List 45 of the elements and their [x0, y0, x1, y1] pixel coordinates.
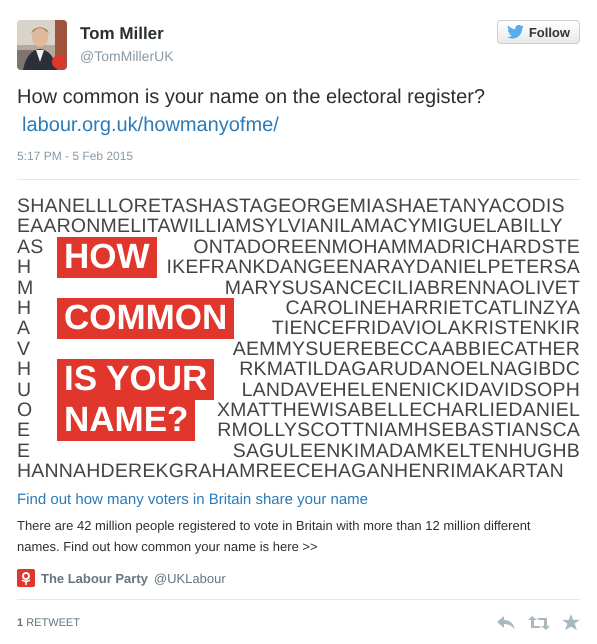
name-text: IKEFRANKDANGEENARAYDANIELPETERSA [166, 257, 580, 278]
rose-icon [17, 569, 35, 587]
source-name[interactable]: The Labour Party [41, 570, 148, 586]
name-text: O [17, 400, 32, 420]
name-text: LANDAVEHELENENICKIDAVIDSOPH [242, 380, 580, 400]
headline-text: IS YOUR [57, 359, 214, 400]
name-text: H [17, 359, 32, 380]
author-handle[interactable]: @TomMillerUK [80, 48, 484, 64]
name-text: HANNAHDEREKGRAHAMREECEHAGANHENRIMAKARTAN [17, 461, 564, 482]
star-icon[interactable] [562, 614, 580, 631]
reply-icon[interactable] [496, 614, 516, 630]
bird-icon [506, 25, 524, 39]
tweet-text: How common is your name on the electoral register? labour.org.uk/howmanyofme/ [17, 85, 486, 138]
name-text: TIENCEFRIDAVIOLAKRISTENKIR [272, 318, 580, 339]
name-text: AEMMYSUEREBECCAABBIECATHER [232, 338, 580, 360]
headline-text: NAME? [57, 400, 196, 441]
name-text: E [17, 420, 30, 441]
headline-text: HOW [57, 236, 157, 278]
name-text: H [17, 298, 32, 318]
author-name[interactable]: Tom Miller [80, 24, 484, 44]
retweet-count[interactable]: 1 RETWEET [17, 616, 80, 628]
name-text: A [17, 318, 30, 339]
name-text: SHANELLLORETASHASTAGEORGEMIASHAETANYACODIS [17, 196, 565, 216]
name-text: XMATTHEWISABELLECHARLIEDANIEL [216, 400, 580, 420]
name-text: MARYSUSANCECILIABRENNAOLIVET [224, 278, 580, 298]
name-text: ONTADOREENMOHAMMADRICHARDSTE [193, 236, 580, 258]
name-text: H [17, 257, 32, 278]
name-text: RKMATILDAGARUDANOELNAGIBDC [239, 359, 580, 380]
name-text: EAARONMELITAWILLIAMSYLVIANILAMACYMIGUELABILLY [17, 216, 563, 237]
name-text: SAGULEENKIMADAMKELTENHUGHB [232, 440, 580, 462]
card-title[interactable]: Find out how many voters in Britain share your name [17, 491, 580, 508]
follow-button[interactable]: Follow [496, 20, 580, 44]
name-text: E [17, 440, 30, 462]
name-text: V [17, 338, 30, 360]
tweet-link[interactable]: labour.org.uk/howmanyofme/ [22, 114, 279, 136]
timestamp[interactable]: 5:17 PM - 5 Feb 2015 [17, 149, 580, 163]
name-text: M [17, 278, 34, 298]
retweet-icon[interactable] [528, 614, 550, 630]
name-text: U [17, 380, 32, 400]
card-description: There are 42 million people registered to vote in Britain with more than 12 million different names. Find out how common your name is here >> [17, 517, 532, 556]
source-handle[interactable]: @UKLabour [154, 570, 226, 586]
name-text: AS [17, 236, 44, 258]
name-text: RMOLLYSCOTTNIAMHSEBASTIANSCA [217, 420, 580, 441]
name-text: CAROLINEHARRIETCATLINZYA [286, 298, 580, 318]
headline-text: COMMON [57, 298, 234, 339]
